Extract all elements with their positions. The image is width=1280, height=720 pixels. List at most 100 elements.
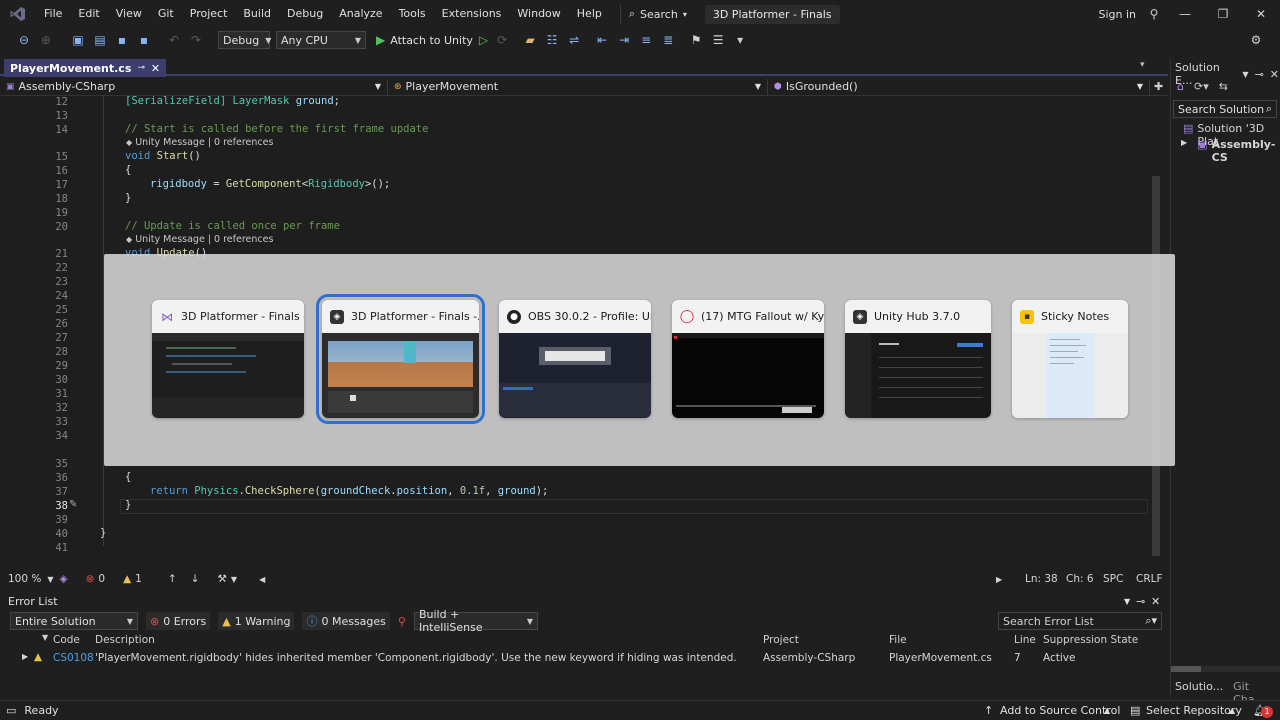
tab-playermovement[interactable]: PlayerMovement.cs ⊸ ✕ bbox=[4, 59, 167, 77]
error-search-input[interactable]: Search Error List ⌕▾ bbox=[998, 612, 1162, 630]
new-project-icon[interactable]: ▣ bbox=[70, 33, 86, 47]
switcher-window-sticky-notes[interactable]: ▪ Sticky Notes bbox=[1012, 300, 1128, 418]
member-dropdown[interactable]: ⬢ IsGrounded() ▼ bbox=[768, 78, 1150, 95]
horizontal-scrollbar[interactable] bbox=[1171, 666, 1280, 672]
scope-select[interactable]: Entire Solution ▼ bbox=[10, 612, 138, 630]
live-share-icon[interactable]: ⚙ bbox=[1248, 33, 1264, 47]
indent-icon[interactable]: ⇤ bbox=[594, 33, 610, 47]
outdent-icon[interactable]: ⇥ bbox=[616, 33, 632, 47]
format-icon[interactable]: ⇌ bbox=[566, 33, 582, 47]
menu-tools[interactable]: Tools bbox=[391, 0, 434, 28]
expand-icon[interactable]: ▶ bbox=[1181, 138, 1187, 164]
close-panel-icon[interactable]: ✕ bbox=[1270, 68, 1279, 81]
error-count[interactable]: 0 bbox=[98, 573, 105, 585]
build-filter-select[interactable]: Build + IntelliSense ▼ bbox=[413, 608, 538, 634]
sync-icon[interactable]: ⇆ bbox=[1219, 80, 1228, 93]
project-dropdown[interactable]: ▣ Assembly-CSharp ▼ bbox=[0, 78, 388, 95]
minimize-icon[interactable]: — bbox=[1166, 7, 1204, 21]
global-search[interactable]: ⌕ Search ▾ bbox=[619, 4, 695, 24]
folder-icon[interactable]: ▰ bbox=[522, 33, 538, 47]
cleanup-icon[interactable]: ⚒ bbox=[217, 573, 226, 585]
spacing-indicator[interactable]: SPC bbox=[1103, 573, 1123, 585]
refresh-icon[interactable]: ⟳ bbox=[494, 33, 510, 47]
menu-project[interactable]: Project bbox=[182, 0, 236, 28]
tab-overflow-icon[interactable]: ▾ bbox=[1140, 60, 1145, 70]
chevron-down-icon[interactable]: ▼ bbox=[47, 575, 53, 584]
warnings-filter-button[interactable]: ▲ 1 Warning bbox=[218, 612, 295, 630]
start-without-debugging-icon[interactable]: ▷ bbox=[479, 33, 488, 47]
line-indicator[interactable]: Ln: 38 bbox=[1025, 573, 1058, 585]
messages-filter-button[interactable]: ⓘ 0 Messages bbox=[302, 612, 390, 630]
overflow-icon[interactable]: ▾ bbox=[732, 33, 748, 47]
open-file-icon[interactable]: ▤ bbox=[92, 33, 108, 47]
menu-file[interactable]: File bbox=[36, 0, 70, 28]
menu-extensions[interactable]: Extensions bbox=[434, 0, 510, 28]
split-editor-icon[interactable]: ✚ bbox=[1154, 80, 1163, 93]
menu-git[interactable]: Git bbox=[150, 0, 182, 28]
codelens-start[interactable]: ◆ Unity Message | 0 references bbox=[126, 137, 273, 148]
back-icon[interactable]: ⊖ bbox=[16, 33, 32, 47]
switcher-window-unity[interactable]: ◈ 3D Platformer - Finals -... bbox=[316, 294, 485, 424]
error-icon[interactable]: ⊗ bbox=[86, 573, 95, 585]
layout-icon[interactable]: ☷ bbox=[544, 33, 560, 47]
close-icon[interactable]: ✕ bbox=[1242, 7, 1280, 21]
panel-options-icon[interactable]: ▼ bbox=[1242, 70, 1248, 79]
switcher-window-visual-studio[interactable]: ⋈ 3D Platformer - Finals -... bbox=[152, 300, 304, 418]
solution-search-input[interactable]: Search Solution ⌕ bbox=[1173, 100, 1277, 118]
visual-studio-logo-icon[interactable] bbox=[0, 0, 36, 28]
menu-edit[interactable]: Edit bbox=[70, 0, 107, 28]
switcher-window-unity-hub[interactable]: ◈ Unity Hub 3.7.0 bbox=[845, 300, 991, 418]
pin-icon[interactable]: ⊸ bbox=[1255, 68, 1264, 81]
scroll-right-icon[interactable]: ▶ bbox=[996, 575, 1002, 584]
scroll-left-icon[interactable]: ◀ bbox=[259, 575, 265, 584]
codelens-update[interactable]: ◆ Unity Message | 0 references bbox=[126, 234, 273, 245]
class-dropdown[interactable]: ⊛ PlayerMovement ▼ bbox=[388, 78, 768, 95]
panel-options-icon[interactable]: ▼ bbox=[1124, 597, 1130, 606]
arrow-down-icon[interactable]: ↓ bbox=[191, 573, 200, 585]
expand-icon[interactable]: ▶ bbox=[22, 652, 28, 661]
attach-to-unity-button[interactable]: ▶ Attach to Unity bbox=[376, 33, 473, 47]
account-icon[interactable]: ⚲ bbox=[1142, 7, 1166, 21]
errors-filter-button[interactable]: ⊗ 0 Errors bbox=[146, 612, 211, 630]
tree-item-project[interactable]: ▶ ▣ Assembly-CS bbox=[1181, 138, 1280, 164]
close-panel-icon[interactable]: ✕ bbox=[1151, 595, 1160, 608]
save-icon[interactable]: ▪ bbox=[114, 33, 130, 47]
arrow-up-icon[interactable]: ↑ bbox=[168, 573, 177, 585]
uncomment-icon[interactable]: ≣ bbox=[660, 33, 676, 47]
menu-build[interactable]: Build bbox=[235, 0, 279, 28]
menu-view[interactable]: View bbox=[108, 0, 150, 28]
platform-select[interactable]: Any CPU ▼ bbox=[276, 31, 366, 49]
row-code[interactable]: CS0108 bbox=[53, 652, 94, 664]
column-line[interactable]: Line bbox=[1014, 634, 1036, 646]
comment-icon[interactable]: ≡ bbox=[638, 33, 654, 47]
switcher-window-opera[interactable]: ◯ (17) MTG Fallout w/ Kyl... bbox=[672, 300, 824, 418]
zoom-level[interactable]: 100 % bbox=[8, 573, 41, 585]
menu-analyze[interactable]: Analyze bbox=[331, 0, 390, 28]
quick-actions-icon[interactable]: ✎ bbox=[69, 499, 77, 510]
add-to-source-control[interactable]: Add to Source Control bbox=[1000, 704, 1120, 717]
history-icon[interactable]: ⟳▾ bbox=[1194, 80, 1209, 93]
toolbar-options-icon[interactable]: ☰ bbox=[710, 33, 726, 47]
home-icon[interactable]: ⌂ bbox=[1177, 80, 1184, 93]
undo-icon[interactable]: ↶ bbox=[166, 33, 182, 47]
select-repository[interactable]: Select Repository bbox=[1146, 704, 1242, 717]
menu-debug[interactable]: Debug bbox=[279, 0, 331, 28]
line-ending-indicator[interactable]: CRLF bbox=[1136, 573, 1163, 585]
pin-icon[interactable]: ⊸ bbox=[137, 63, 145, 73]
forward-icon[interactable]: ⊕ bbox=[38, 33, 54, 47]
redo-icon[interactable]: ↷ bbox=[188, 33, 204, 47]
menu-help[interactable]: Help bbox=[569, 0, 610, 28]
pin-icon[interactable]: ⊸ bbox=[1136, 595, 1145, 608]
column-description[interactable]: Description bbox=[95, 634, 155, 646]
configuration-select[interactable]: Debug ▼ bbox=[218, 31, 271, 49]
restore-icon[interactable]: ❐ bbox=[1204, 7, 1242, 21]
warning-count[interactable]: 1 bbox=[135, 573, 142, 585]
copilot-icon[interactable]: ◈ bbox=[60, 573, 68, 585]
filter-icon[interactable]: ⚲ bbox=[398, 615, 406, 628]
column-code[interactable]: Code bbox=[53, 634, 80, 646]
switcher-window-obs[interactable]: ● OBS 30.0.2 - Profile: Un... bbox=[499, 300, 651, 418]
warning-icon[interactable]: ▲ bbox=[123, 573, 131, 585]
table-row[interactable]: ▶ ▲ CS0108 'PlayerMovement.rigidbody' hi… bbox=[0, 650, 1168, 668]
column-suppression[interactable]: Suppression State bbox=[1043, 634, 1138, 646]
sign-in-link[interactable]: Sign in bbox=[1098, 8, 1136, 21]
